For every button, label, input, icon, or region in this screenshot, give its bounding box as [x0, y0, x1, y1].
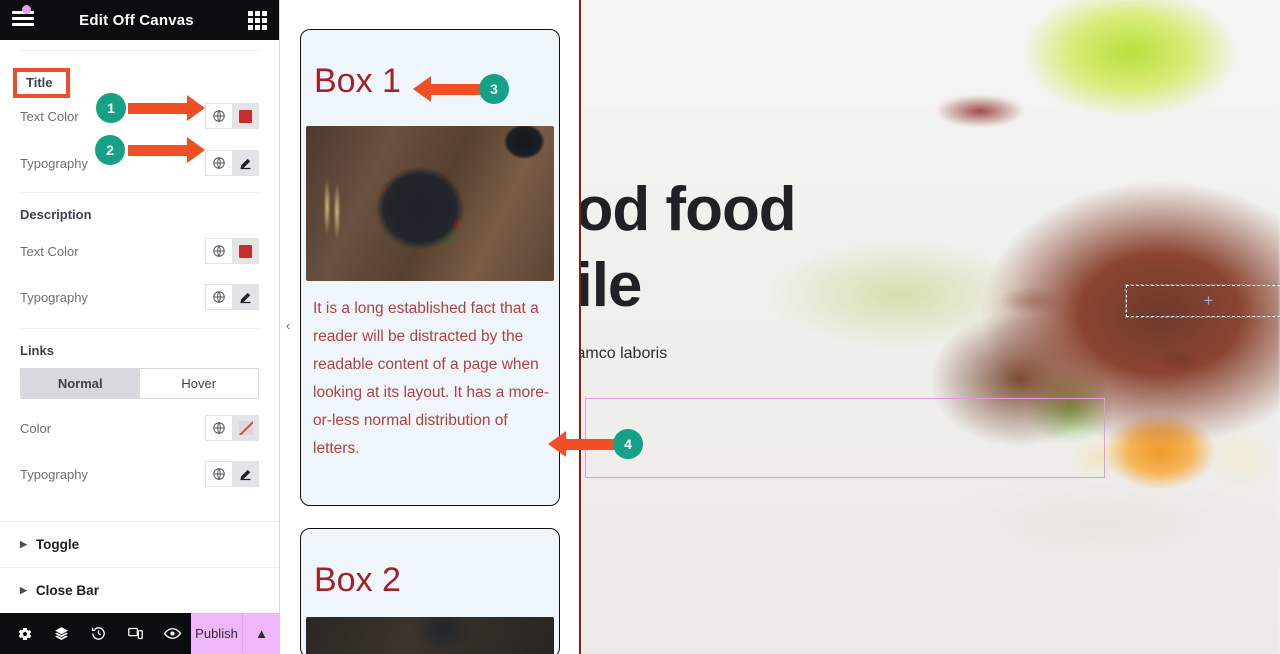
add-element-plus-icon[interactable]: +: [1200, 292, 1217, 309]
row-links-color: Color: [0, 401, 279, 451]
links-state-tabs: Normal Hover: [20, 368, 259, 399]
notification-dot: [22, 5, 31, 14]
no-color-icon: [238, 421, 253, 435]
caret-right-icon: ▶: [20, 539, 27, 549]
color-swatch-button[interactable]: [232, 238, 259, 264]
annotation-arrow-3: [413, 76, 485, 102]
accordion-toggle[interactable]: ▶ Toggle: [0, 521, 279, 567]
offcanvas-box2-image: [306, 617, 554, 654]
section-heading-title-wrapper: Title: [13, 68, 279, 98]
section-heading-links: Links: [20, 343, 54, 358]
color-none-button[interactable]: [232, 415, 259, 441]
apps-grid-icon[interactable]: [248, 11, 267, 30]
history-revisions-icon[interactable]: [80, 613, 117, 654]
globe-icon[interactable]: [205, 415, 232, 441]
hamburger-menu-icon[interactable]: [12, 11, 34, 29]
section-heading-title: Title: [13, 68, 70, 98]
annotation-badge-1: 1: [96, 93, 126, 123]
offcanvas-collapse-chevron-left-icon[interactable]: ‹: [281, 310, 295, 340]
color-swatch: [239, 244, 252, 258]
offcanvas-content: Box 1 It is a long established fact that…: [300, 0, 579, 654]
label-description-typography: Typography: [20, 289, 88, 305]
row-description-typography: Typography: [0, 274, 279, 320]
footer-icon-group: [0, 613, 191, 654]
editor-sidebar: Edit Off Canvas Title Text Color Typogra…: [0, 0, 280, 654]
color-swatch: [239, 109, 252, 123]
label-links-typography: Typography: [20, 466, 88, 482]
description-typography-control[interactable]: [205, 284, 259, 310]
annotation-arrow-1: [128, 95, 205, 121]
label-title-text-color: Text Color: [20, 108, 79, 124]
row-links-typography: Typography: [0, 451, 279, 497]
label-title-typography: Typography: [20, 155, 88, 171]
accordion-toggle-label: Toggle: [35, 537, 80, 552]
annotation-arrow-4: [548, 431, 620, 457]
section-heading-description: Description: [20, 207, 92, 222]
publish-options-chevron-up-icon[interactable]: ▲: [242, 613, 280, 654]
layers-navigator-icon[interactable]: [43, 613, 80, 654]
annotation-badge-3: 3: [479, 74, 509, 104]
accordion-close-bar-label: Close Bar: [35, 583, 99, 598]
links-typography-control[interactable]: [205, 461, 259, 487]
globe-icon[interactable]: [205, 284, 232, 310]
sidebar-footer: Publish ▲: [0, 613, 280, 654]
panel-title: Edit Off Canvas: [79, 11, 194, 29]
pencil-edit-button[interactable]: [232, 150, 259, 176]
tab-normal[interactable]: Normal: [21, 369, 140, 398]
divider: [20, 50, 259, 51]
label-links-color: Color: [20, 420, 52, 436]
title-text-color-control[interactable]: [205, 103, 259, 129]
label-description-text-color: Text Color: [20, 243, 79, 259]
links-color-control[interactable]: [205, 415, 259, 441]
tab-hover[interactable]: Hover: [139, 369, 258, 398]
pencil-edit-button[interactable]: [232, 284, 259, 310]
offcanvas-box2-title[interactable]: Box 2: [301, 529, 559, 599]
globe-icon[interactable]: [205, 461, 232, 487]
row-description-text-color: Text Color: [0, 228, 279, 274]
offcanvas-box-2[interactable]: Box 2: [300, 528, 560, 654]
annotation-arrow-2: [128, 137, 205, 163]
container-outline-guide: [585, 398, 1105, 478]
preview-eye-icon[interactable]: [154, 613, 191, 654]
annotation-badge-2: 2: [95, 135, 125, 165]
sidebar-header: Edit Off Canvas: [0, 0, 279, 40]
description-text-color-control[interactable]: [205, 238, 259, 264]
pencil-edit-button[interactable]: [232, 461, 259, 487]
caret-right-icon: ▶: [20, 585, 27, 595]
sidebar-body: Title Text Color Typography Description …: [0, 40, 279, 613]
responsive-devices-icon[interactable]: [117, 613, 154, 654]
annotation-badge-4: 4: [613, 429, 643, 459]
screenshot-root: e good food t smile ud exercitation ulla…: [0, 0, 1280, 654]
title-typography-control[interactable]: [205, 150, 259, 176]
color-swatch-button[interactable]: [232, 103, 259, 129]
globe-icon[interactable]: [205, 150, 232, 176]
globe-icon[interactable]: [205, 103, 232, 129]
settings-gear-icon[interactable]: [6, 613, 43, 654]
accordion-close-bar[interactable]: ▶ Close Bar: [0, 567, 279, 613]
globe-icon[interactable]: [205, 238, 232, 264]
offcanvas-box1-body[interactable]: It is a long established fact that a rea…: [301, 281, 559, 463]
offcanvas-box1-image: [306, 126, 554, 281]
publish-button[interactable]: Publish: [191, 613, 242, 654]
